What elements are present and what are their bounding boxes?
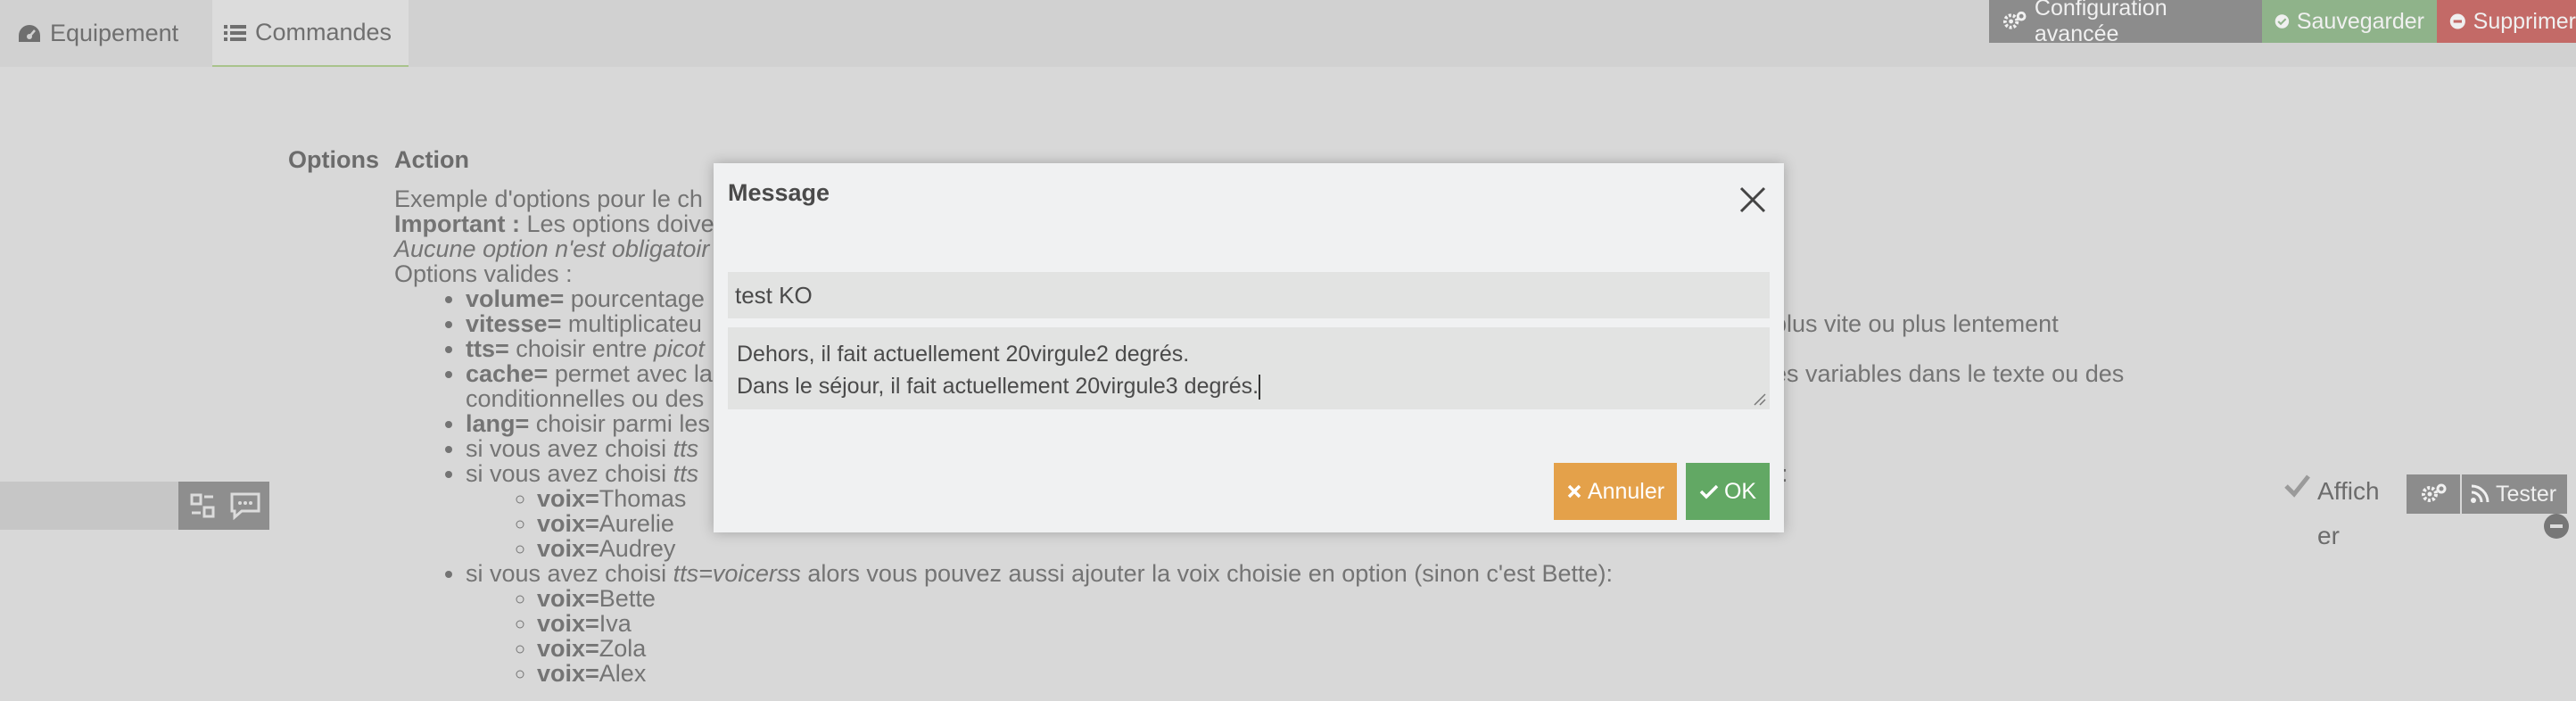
list-item: voix=Bette [537, 586, 2178, 611]
checkbox-checked-icon[interactable] [2282, 471, 2312, 501]
gears-icon [2002, 11, 2027, 29]
subject-input[interactable]: test KO [728, 272, 1770, 318]
tab-equipement[interactable]: Equipement [0, 0, 194, 67]
check-circle-icon [2275, 14, 2290, 29]
resize-grip-icon[interactable] [1752, 392, 1766, 406]
list-item: voix=Zola [537, 636, 2178, 661]
message-textarea[interactable]: Dehors, il fait actuellement 20virgule2 … [728, 327, 1770, 409]
delete-label: Supprimer [2473, 8, 2576, 34]
rss-icon [2471, 484, 2489, 503]
save-label: Sauvegarder [2296, 8, 2424, 34]
test-label: Tester [2496, 481, 2557, 507]
close-icon[interactable] [1736, 183, 1770, 217]
remove-row-icon[interactable] [2544, 514, 2569, 539]
tab-commandes-label: Commandes [255, 19, 392, 45]
check-icon [1699, 484, 1719, 499]
list-item: voix=Iva [537, 611, 2178, 636]
times-icon [1567, 484, 1581, 499]
minus-circle-icon [2449, 13, 2465, 29]
message-line-2: Dans le séjour, il fait actuellement 20v… [737, 374, 1259, 399]
test-button[interactable]: Tester [2462, 474, 2567, 514]
save-button[interactable]: Sauvegarder [2262, 0, 2437, 43]
configure-command-button[interactable] [178, 482, 227, 530]
delete-button[interactable]: Supprimer [2437, 0, 2576, 43]
text-caret [1259, 375, 1261, 400]
advanced-config-button[interactable]: Configuration avancée [1989, 0, 2262, 46]
list-item: si vous avez choisi tts=voicerss alors v… [466, 561, 2178, 686]
message-command-button[interactable] [221, 482, 269, 530]
advanced-settings-button[interactable] [2407, 474, 2460, 514]
options-column-header: Options [288, 146, 379, 173]
chat-bubble-icon [230, 492, 260, 520]
message-line-1: Dehors, il fait actuellement 20virgule2 … [737, 342, 1190, 367]
ok-label: OK [1723, 478, 1757, 504]
tab-equipement-label: Equipement [50, 20, 179, 46]
list-item: voix=Alex [537, 661, 2178, 686]
dashboard-icon [19, 24, 40, 42]
command-row-strip [0, 482, 178, 530]
list-item: voix=Audrey [537, 536, 2178, 561]
afficher-label: Affich er [2317, 477, 2380, 549]
cancel-label: Annuler [1587, 478, 1665, 504]
wrench-settings-icon [190, 493, 215, 518]
cancel-button[interactable]: Annuler [1554, 463, 1677, 520]
list-icon [224, 24, 246, 41]
ok-button[interactable]: OK [1686, 463, 1770, 520]
action-column-header: Action [394, 146, 469, 173]
voices-list-2: voix=Bette voix=Iva voix=Zola voix=Alex [466, 586, 2178, 686]
tab-commandes[interactable]: Commandes [212, 0, 409, 67]
dialog-title: Message [728, 179, 830, 206]
message-dialog: Message test KO Dehors, il fait actuelle… [714, 163, 1784, 532]
gears-icon [2422, 483, 2447, 502]
advanced-config-label: Configuration avancée [2034, 0, 2167, 46]
